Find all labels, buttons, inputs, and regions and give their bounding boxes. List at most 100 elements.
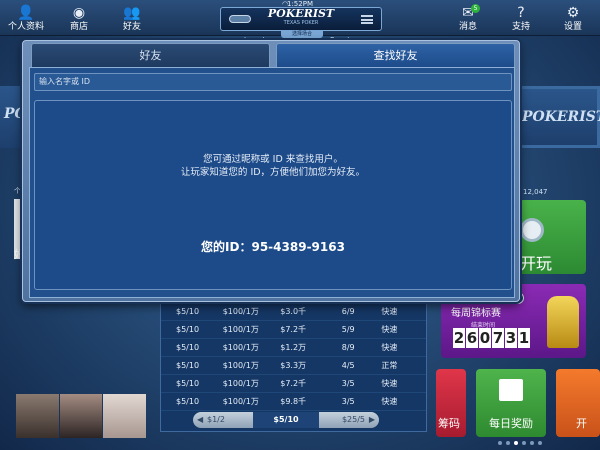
pager-current-stake: $5/10 [253,412,319,428]
dialog-tabs: 好友 查找好友 [31,43,515,67]
carousel-dot[interactable] [522,441,526,445]
buyin-cell: $100/1万 [222,325,259,334]
chips-tile[interactable]: 筹码 [436,369,466,437]
pot-cell: $3.3万 [280,361,307,370]
speed-cell: 正常 [381,361,398,370]
quick-play-tile[interactable]: 开玩 [514,200,586,274]
timer-digit: 0 [479,328,491,348]
support-label: 支持 [511,22,530,32]
speed-cell: 快速 [381,307,398,316]
table-row[interactable]: $5/10 $100/1万 $1.2万 8/9 快速 [161,339,426,357]
tab-find-friends[interactable]: 查找好友 [276,43,515,67]
seats-cell: 3/5 [341,397,355,406]
settings-label: 设置 [563,22,582,32]
left-banner: PO [0,86,27,148]
carousel-dot[interactable] [514,441,518,445]
table-row[interactable]: $5/10 $100/1万 $3.0千 6/9 快速 [161,303,426,321]
seats-cell: 6/9 [341,307,355,316]
left-small-label: 个 [14,187,21,195]
avatar[interactable] [16,394,59,438]
table-row[interactable]: $5/10 $100/1万 $9.8千 3/5 快速 [161,393,426,411]
stakes-pager[interactable]: ◀ $1/2 $5/10 $25/5 ▶ [193,412,379,428]
my-id-label: 您的ID： [201,240,252,254]
pot-cell: $7.2千 [280,325,307,334]
tournament-timer: 2 6 0 7 3 1 [453,328,530,348]
messages-badge: 5 [471,4,480,13]
pager-next-stake[interactable]: $25/5 [342,412,365,428]
envelope-icon: ✉ [462,5,474,21]
banner-brand: POKERIST [522,109,600,125]
chip-icon [520,218,544,242]
table-row[interactable]: $5/10 $100/1万 $7.2千 3/5 快速 [161,375,426,393]
messages-button[interactable]: ✉ 5 消息 [446,4,490,35]
tab-friends[interactable]: 好友 [31,43,270,67]
hint-line-1: 您可通过昵称或 ID 来查找用户。 [203,154,343,165]
seats-cell: 3/5 [341,379,355,388]
shop-label: 商店 [69,22,88,32]
blinds-cell: $5/10 [176,361,200,370]
hint-text: 您可通过昵称或 ID 来查找用户。 让玩家知道您的 ID，方便他们加您为好友。 [35,153,511,179]
gear-icon: ⚙ [566,5,580,21]
pager-prev-stake[interactable]: $1/2 [207,412,225,428]
chips-tile-label: 筹码 [438,417,460,430]
blinds-cell: $5/10 [176,379,200,388]
friends-dialog: 好友 查找好友 输入名字或 ID 您可通过昵称或 ID 来查找用户。 让玩家知道… [22,40,520,302]
gift-icon [499,379,523,401]
player-count: 12,047 [523,188,548,196]
help-icon: ? [517,5,525,21]
blinds-cell: $5/10 [176,343,200,352]
profile-button[interactable]: 👤 个人资料 [4,5,48,35]
carousel-dot[interactable] [498,441,502,445]
orange-tile-label: 开 [576,417,587,430]
timer-digit: 6 [466,328,478,348]
carousel-dot[interactable] [506,441,510,445]
friend-avatars [16,394,147,438]
blinds-cell: $5/10 [176,325,200,334]
top-bar: ◠ 1:52PM 👤 个人资料 ◉ 商店 👥 好友 POKERIST TEXAS… [0,0,600,38]
speed-cell: 快速 [381,397,398,406]
shop-button[interactable]: ◉ 商店 [57,5,101,35]
menu-icon [361,15,373,24]
blinds-cell: $5/10 [176,397,200,406]
messages-label: 消息 [458,22,477,32]
search-input[interactable]: 输入名字或 ID [34,73,512,91]
chevron-right-icon[interactable]: ▶ [369,412,375,428]
speed-cell: 快速 [381,343,398,352]
pot-cell: $3.0千 [280,307,307,316]
support-button[interactable]: ? 支持 [499,5,543,35]
carousel-dot[interactable] [538,441,542,445]
trophy-icon [547,296,579,348]
person-icon: 👤 [17,5,35,21]
profile-label: 个人资料 [7,22,44,32]
seats-cell: 8/9 [341,343,355,352]
table-row[interactable]: $5/10 $100/1万 $3.3万 4/5 正常 [161,357,426,375]
my-id-value: 95-4389-9163 [251,240,345,254]
chip-icon: ◉ [72,5,86,21]
carousel-dot[interactable] [530,441,534,445]
pot-cell: $7.2千 [280,379,307,388]
buyin-cell: $100/1万 [222,379,259,388]
dialog-body: 输入名字或 ID 您可通过昵称或 ID 来查找用户。 让玩家知道您的 ID，方便… [29,67,515,298]
toggle-icon [229,15,251,23]
table-row[interactable]: $5/10 $100/1万 $7.2千 5/9 快速 [161,321,426,339]
speed-cell: 快速 [381,325,398,334]
friends-button[interactable]: 👥 好友 [110,5,154,35]
friends-icon: 👥 [123,5,141,21]
chevron-left-icon[interactable]: ◀ [197,412,203,428]
seats-cell: 4/5 [341,361,355,370]
quick-play-label: 开玩 [520,254,553,273]
daily-bonus-tile[interactable]: 每日奖励 [476,369,546,437]
timer-digit: 7 [492,328,504,348]
speed-cell: 快速 [381,379,398,388]
timer-digit: 1 [518,328,530,348]
avatar[interactable] [103,394,147,438]
pot-cell: $1.2万 [280,343,307,352]
orange-tile[interactable]: 开 [556,369,600,437]
pokerist-logo[interactable]: POKERIST TEXAS POKER 选择场合 [220,7,382,38]
hint-line-2: 让玩家知道您的 ID，方便他们加您为好友。 [180,167,366,178]
settings-button[interactable]: ⚙ 设置 [551,5,595,35]
avatar[interactable] [59,394,103,438]
my-id: 您的ID：95-4389-9163 [35,238,511,255]
buyin-cell: $100/1万 [222,397,259,406]
buyin-cell: $100/1万 [222,361,259,370]
